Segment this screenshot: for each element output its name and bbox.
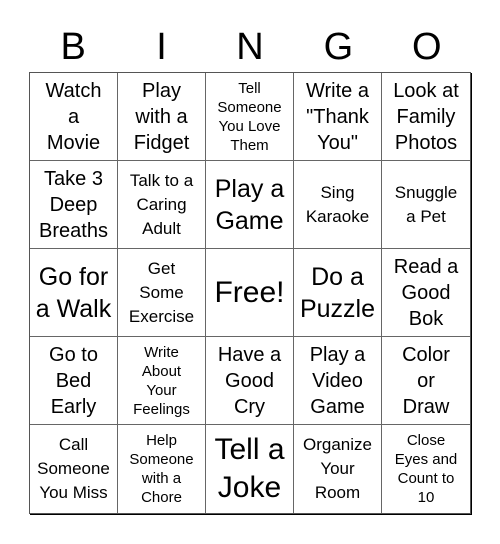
header-letter-n: N <box>236 26 264 68</box>
bingo-cell-g5[interactable]: Organize Your Room <box>294 425 382 513</box>
bingo-cell-label: Write a "Thank You" <box>306 79 369 154</box>
bingo-cell-o1[interactable]: Look at Family Photos <box>382 73 470 161</box>
bingo-cell-i5[interactable]: Help Someone with a Chore <box>118 425 206 513</box>
bingo-cell-label: Sing Karaoke <box>305 182 370 226</box>
bingo-cell-label: Color or Draw <box>402 343 450 418</box>
bingo-cell-label: Read a Good Bok <box>393 255 459 330</box>
bingo-cell-b5[interactable]: Call Someone You Miss <box>30 425 118 513</box>
bingo-cell-label: Help Someone with a Chore <box>129 432 194 506</box>
bingo-cell-g3[interactable]: Do a Puzzle <box>294 249 382 337</box>
bingo-cell-n2[interactable]: Play a Game <box>206 161 294 249</box>
bingo-cell-label: Take 3 Deep Breaths <box>39 167 108 242</box>
bingo-cell-label: Write About Your Feelings <box>133 343 190 418</box>
bingo-cell-label: Snuggle a Pet <box>394 182 458 226</box>
bingo-cell-b2[interactable]: Take 3 Deep Breaths <box>30 161 118 249</box>
bingo-header: B I N G O <box>29 22 471 72</box>
bingo-cell-b3[interactable]: Go for a Walk <box>30 249 118 337</box>
bingo-cell-label: Talk to a Caring Adult <box>129 170 194 238</box>
bingo-cell-n1[interactable]: Tell Someone You Love Them <box>206 73 294 161</box>
bingo-cell-label: Do a Puzzle <box>299 262 376 323</box>
bingo-cell-o4[interactable]: Color or Draw <box>382 337 470 425</box>
bingo-cell-o2[interactable]: Snuggle a Pet <box>382 161 470 249</box>
bingo-cell-i2[interactable]: Talk to a Caring Adult <box>118 161 206 249</box>
bingo-cell-b1[interactable]: Watch a Movie <box>30 73 118 161</box>
bingo-cell-label: Play with a Fidget <box>133 79 190 154</box>
bingo-cell-label: Look at Family Photos <box>393 79 459 154</box>
bingo-cell-label: Go to Bed Early <box>49 343 98 418</box>
bingo-cell-g1[interactable]: Write a "Thank You" <box>294 73 382 161</box>
bingo-cell-n3[interactable]: Free! <box>206 249 294 337</box>
bingo-cell-o5[interactable]: Close Eyes and Count to 10 <box>382 425 470 513</box>
bingo-cell-g2[interactable]: Sing Karaoke <box>294 161 382 249</box>
bingo-cell-label: Close Eyes and Count to 10 <box>394 432 458 506</box>
bingo-cell-label: Play a Game <box>214 174 285 235</box>
bingo-cell-i4[interactable]: Write About Your Feelings <box>118 337 206 425</box>
bingo-cell-label: Free! <box>214 275 285 309</box>
bingo-cell-label: Watch a Movie <box>45 79 102 154</box>
bingo-cell-i1[interactable]: Play with a Fidget <box>118 73 206 161</box>
bingo-cell-label: Go for a Walk <box>35 262 112 323</box>
bingo-cell-g4[interactable]: Play a Video Game <box>294 337 382 425</box>
bingo-cell-label: Tell a Joke <box>214 433 285 504</box>
bingo-cell-label: Get Some Exercise <box>128 258 195 326</box>
header-letter-o: O <box>411 26 442 68</box>
header-letter-b: B <box>60 26 86 68</box>
bingo-cell-label: Organize Your Room <box>303 435 372 502</box>
bingo-grid: Watch a Movie Play with a Fidget Tell Some… <box>29 72 471 514</box>
bingo-cell-o3[interactable]: Read a Good Bok <box>382 249 470 337</box>
bingo-cell-label: Call Someone You Miss <box>37 435 110 502</box>
bingo-cell-n5[interactable]: Tell a Joke <box>206 425 294 513</box>
bingo-cell-label: Tell Someone You Love Them <box>217 79 282 154</box>
bingo-cell-label: Have a Good Cry <box>217 343 282 418</box>
header-letter-i: I <box>156 26 167 68</box>
bingo-cell-b4[interactable]: Go to Bed Early <box>30 337 118 425</box>
bingo-cell-i3[interactable]: Get Some Exercise <box>118 249 206 337</box>
bingo-cell-n4[interactable]: Have a Good Cry <box>206 337 294 425</box>
bingo-cell-label: Play a Video Game <box>309 343 366 418</box>
header-letter-g: G <box>323 26 354 68</box>
